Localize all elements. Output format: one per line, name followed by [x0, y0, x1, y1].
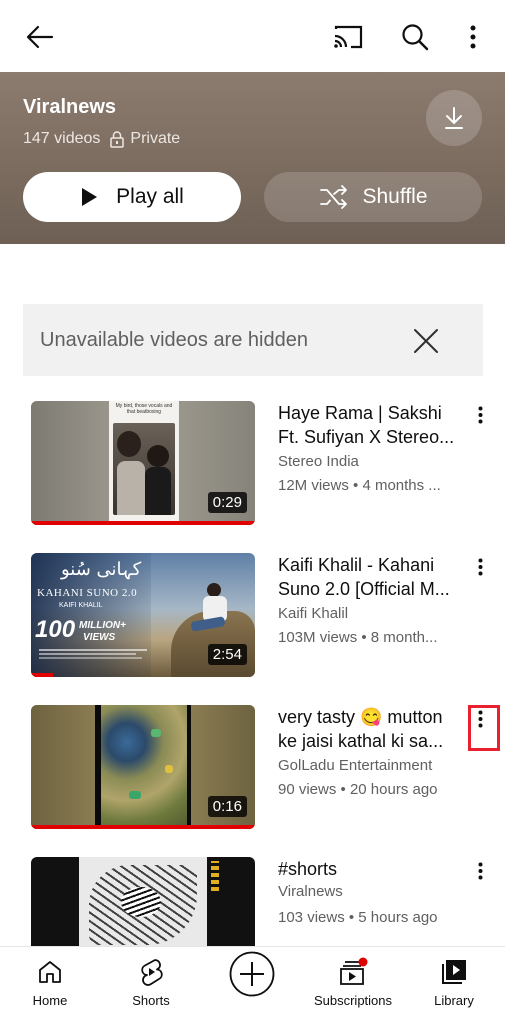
subscriptions-icon — [340, 957, 368, 985]
thumbnail-views-number: 100 — [35, 616, 76, 643]
download-icon — [445, 107, 463, 129]
video-duration: 0:29 — [207, 492, 247, 513]
playlist-video-item[interactable]: My bird, those vocals and that beatboxin… — [0, 401, 505, 531]
video-title-line: Haye Rama | Sakshi — [278, 403, 442, 423]
nav-shorts[interactable]: Shorts — [101, 947, 201, 1024]
video-title-line: Ft. Sufiyan X Stereo... — [278, 427, 455, 447]
video-duration: 2:54 — [207, 644, 247, 665]
video-title-line: #shorts — [278, 859, 338, 879]
video-duration: 0:16 — [207, 796, 247, 817]
privacy-label: Private — [130, 130, 181, 147]
download-button[interactable] — [426, 90, 482, 146]
thumbnail-views-sub: VIEWS — [83, 632, 116, 643]
home-icon — [39, 961, 61, 983]
cast-button[interactable] — [326, 18, 370, 56]
video-title[interactable]: Haye Rama | Sakshi Ft. Sufiyan X Stereo.… — [278, 401, 468, 449]
video-channel: Stereo India — [278, 453, 359, 470]
top-app-bar — [0, 0, 505, 72]
unavailable-videos-notice: Unavailable videos are hidden — [23, 304, 483, 376]
video-title-line: Kaifi Khalil - Kahani — [278, 555, 435, 575]
video-title-line: ke jaisi kathal ki sa... — [278, 731, 444, 751]
watch-progress-bar — [31, 825, 255, 829]
video-title-line: Suno 2.0 [Official M... — [278, 579, 450, 599]
cast-icon — [334, 25, 363, 49]
more-vert-icon — [478, 558, 482, 576]
more-options-button[interactable] — [458, 18, 488, 56]
search-icon — [402, 24, 429, 51]
video-title[interactable]: #shorts — [278, 857, 468, 881]
notice-text: Unavailable videos are hidden — [40, 328, 308, 351]
nav-library-label: Library — [434, 993, 474, 1008]
privacy-indicator: Private — [110, 130, 180, 148]
video-stats: 103M views • 8 month... — [278, 629, 438, 646]
nav-subscriptions-label: Subscriptions — [313, 993, 393, 1008]
lock-icon — [110, 131, 125, 148]
nav-home[interactable]: Home — [0, 947, 100, 1024]
bottom-navigation: Home Shorts Subscriptions Library — [0, 946, 505, 1024]
create-plus-icon — [229, 951, 275, 997]
play-all-label: Play all — [116, 185, 184, 208]
video-thumbnail[interactable]: My bird, those vocals and that beatboxin… — [31, 401, 255, 525]
arrow-left-icon — [26, 25, 54, 49]
nav-shorts-label: Shorts — [132, 993, 170, 1008]
video-thumbnail[interactable]: کہانی سُنو KAHANI SUNO 2.0 KAIFI KHALIL … — [31, 553, 255, 677]
video-thumbnail[interactable] — [31, 857, 255, 946]
library-icon — [442, 960, 466, 984]
video-more-button[interactable] — [470, 403, 490, 427]
video-stats: 90 views • 20 hours ago — [278, 781, 438, 798]
video-more-button[interactable] — [470, 859, 490, 883]
nav-subscriptions[interactable]: Subscriptions — [303, 947, 403, 1024]
shuffle-button[interactable]: Shuffle — [264, 172, 482, 222]
thumbnail-frame: My bird, those vocals and that beatboxin… — [109, 401, 179, 521]
nav-create-button[interactable] — [202, 947, 302, 1024]
playlist-video-item[interactable]: 0:16 very tasty 😋 mutton ke jaisi kathal… — [0, 705, 505, 835]
video-more-button[interactable] — [470, 555, 490, 579]
playlist-video-item[interactable]: #shorts Viralnews 103 views • 5 hours ag… — [0, 857, 505, 946]
dismiss-notice-button[interactable] — [413, 328, 439, 359]
video-count: 147 videos — [23, 130, 101, 147]
playlist-header: Viralnews 147 videos Private Play all Sh… — [0, 72, 505, 244]
thumbnail-caption: My bird, those vocals and that beatboxin… — [115, 403, 173, 415]
play-all-button[interactable]: Play all — [23, 172, 241, 222]
video-title[interactable]: Kaifi Khalil - Kahani Suno 2.0 [Official… — [278, 553, 468, 601]
more-vert-icon — [470, 25, 476, 49]
playlist-meta: 147 videos Private — [23, 130, 180, 148]
more-vert-icon — [478, 862, 482, 880]
close-icon — [414, 329, 438, 353]
nav-library[interactable]: Library — [404, 947, 504, 1024]
thumbnail-song-title: KAHANI SUNO 2.0 — [37, 587, 138, 599]
video-title[interactable]: very tasty 😋 mutton ke jaisi kathal ki s… — [278, 705, 468, 753]
playlist-title: Viralnews — [23, 96, 117, 118]
more-vert-icon — [478, 406, 482, 424]
video-channel: GolLadu Entertainment — [278, 757, 433, 774]
shuffle-icon — [319, 185, 347, 209]
video-channel: Viralnews — [278, 883, 343, 900]
playlist-video-item[interactable]: کہانی سُنو KAHANI SUNO 2.0 KAIFI KHALIL … — [0, 553, 505, 683]
watch-progress-bar — [31, 521, 255, 525]
shuffle-label: Shuffle — [362, 185, 428, 208]
watch-progress-bar — [31, 673, 54, 677]
thumbnail-artist: KAIFI KHALIL — [59, 602, 103, 609]
thumbnail-urdu-title: کہانی سُنو — [61, 559, 142, 580]
video-channel: Kaifi Khalil — [278, 605, 349, 622]
video-stats: 12M views • 4 months ... — [278, 477, 441, 494]
video-stats: 103 views • 5 hours ago — [278, 909, 438, 926]
thumbnail-views-word: MILLION+ — [79, 620, 126, 631]
back-button[interactable] — [18, 18, 62, 56]
nav-home-label: Home — [32, 993, 68, 1008]
highlight-box — [468, 705, 500, 751]
video-title-line: very tasty 😋 mutton — [278, 707, 443, 727]
play-icon — [82, 188, 98, 206]
video-thumbnail[interactable]: 0:16 — [31, 705, 255, 829]
search-button[interactable] — [394, 18, 436, 56]
shorts-icon — [141, 959, 163, 986]
